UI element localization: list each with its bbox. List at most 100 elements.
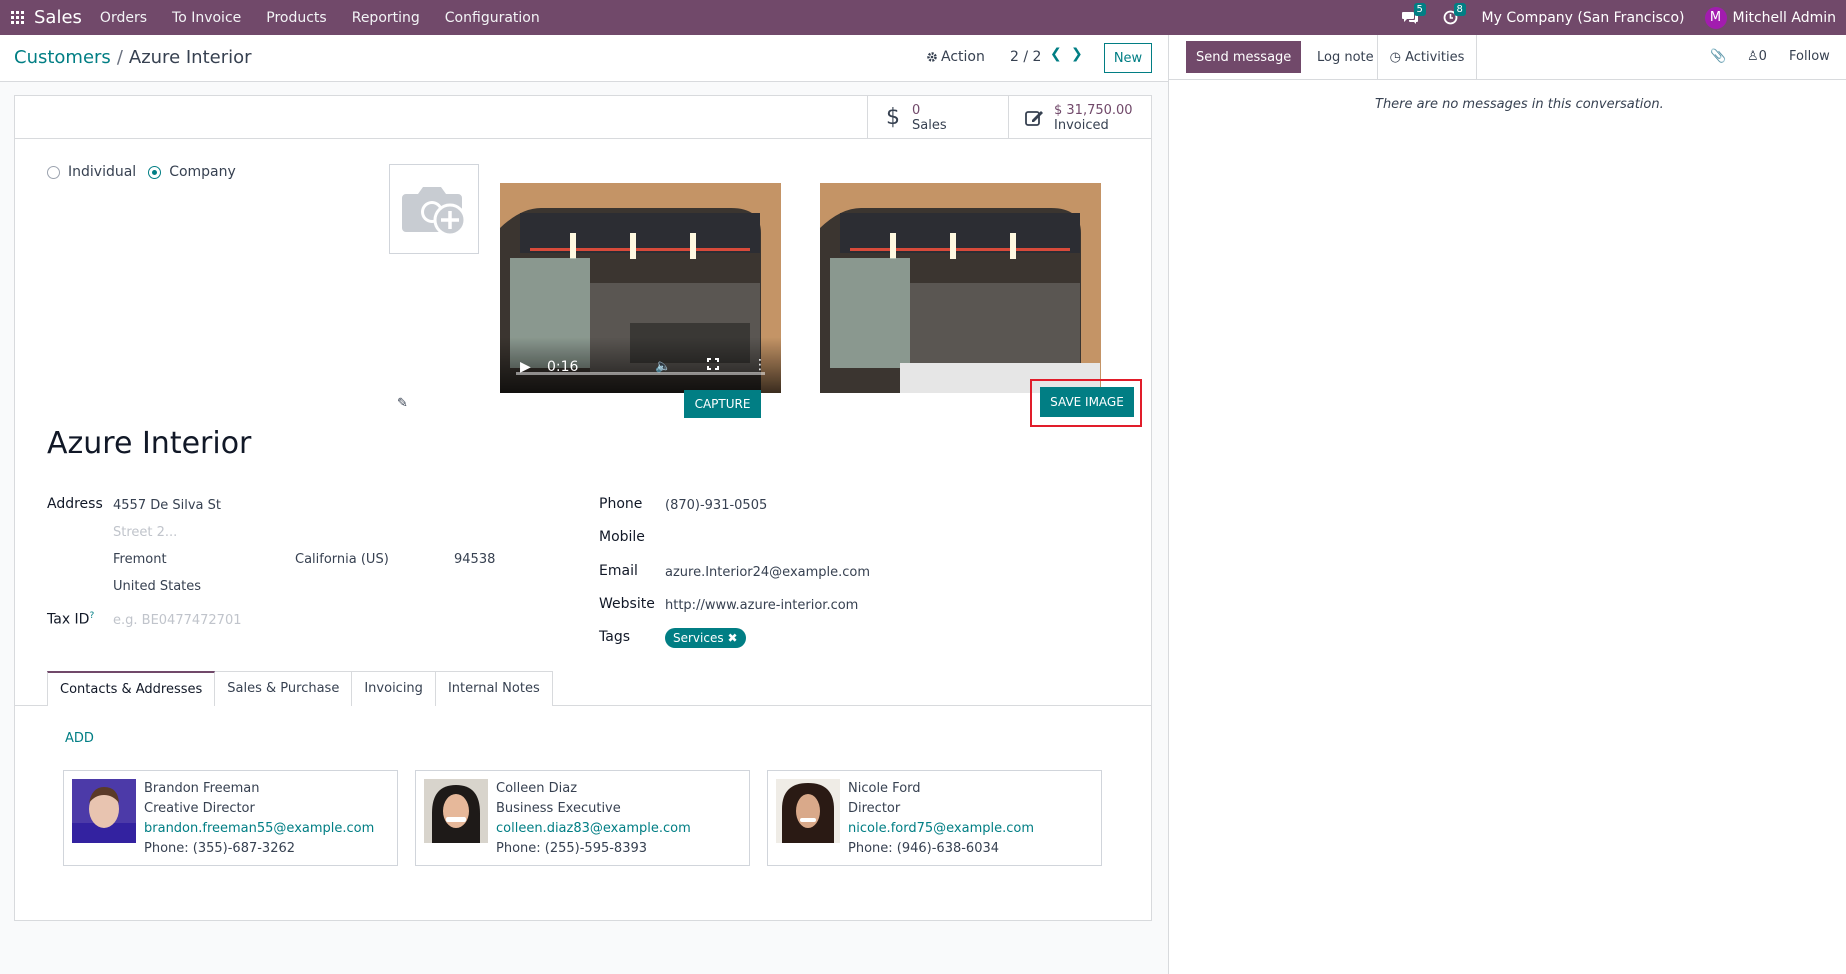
tag-services[interactable]: Services ✖ (665, 628, 746, 648)
action-label: Action (941, 49, 985, 65)
tax-id-label: Tax ID? (47, 611, 95, 628)
individual-label[interactable]: Individual (68, 164, 136, 180)
office-snapshot-scene (820, 183, 1101, 393)
contact-phone: Phone: (255)-595-8393 (496, 841, 648, 856)
invoiced-amount: $ 31,750.00 (1054, 102, 1133, 118)
zip-field[interactable]: 94538 (454, 552, 495, 567)
pager-value[interactable]: 2 / 2 (1010, 49, 1041, 65)
follow-button[interactable]: Follow (1789, 49, 1830, 64)
avatar-upload[interactable] (389, 164, 479, 254)
sales-smart-button[interactable]: $ 0 Sales (867, 96, 1008, 139)
user-avatar[interactable]: M (1704, 6, 1727, 29)
activities-badge: 8 (1453, 2, 1466, 16)
notebook-tabs: Contacts & Addresses Sales & Purchase In… (47, 671, 553, 706)
partner-name[interactable]: Azure Interior (47, 426, 251, 461)
breadcrumb: Customers / Azure Interior (14, 47, 252, 68)
edit-pencil-icon[interactable]: ✎ (397, 396, 408, 411)
menu-to-invoice[interactable]: To Invoice (172, 10, 241, 26)
empty-conversation-message: There are no messages in this conversati… (1375, 97, 1664, 112)
new-button[interactable]: New (1104, 43, 1152, 73)
individual-radio[interactable] (47, 165, 60, 179)
tab-invoicing[interactable]: Invoicing (351, 671, 436, 706)
webcam-video[interactable]: ▶ 0:16 🔈 ⋮ (500, 183, 781, 393)
sales-count: 0 (912, 102, 921, 118)
mobile-label: Mobile (599, 529, 645, 545)
video-controls: ▶ 0:16 🔈 ⋮ (500, 337, 781, 393)
state-field[interactable]: California (US) (295, 552, 389, 567)
send-message-button[interactable]: Send message (1186, 41, 1302, 73)
activity-menu[interactable]: 8 (1442, 2, 1466, 27)
country-field[interactable]: United States (113, 579, 201, 594)
contact-name: Nicole Ford (848, 781, 921, 796)
menu-products[interactable]: Products (266, 10, 326, 26)
tab-sales-purchase[interactable]: Sales & Purchase (214, 671, 353, 706)
tax-id-field[interactable]: e.g. BE0477472701 (113, 613, 242, 628)
phone-label: Phone (599, 496, 643, 512)
pager-previous-icon[interactable]: ❮ (1050, 46, 1062, 62)
sales-label: Sales (912, 117, 947, 133)
menu-configuration[interactable]: Configuration (445, 10, 540, 26)
captured-snapshot (820, 183, 1101, 393)
user-menu[interactable]: Mitchell Admin (1733, 10, 1837, 26)
contact-card[interactable]: Nicole Ford Director nicole.ford75@examp… (767, 770, 1102, 866)
apps-grid-icon (10, 11, 24, 24)
contact-avatar (424, 779, 488, 843)
video-progress-bar[interactable] (516, 372, 765, 375)
add-contact-link[interactable]: ADD (65, 731, 94, 746)
tag-remove-icon[interactable]: ✖ (727, 631, 737, 645)
messaging-menu[interactable]: 5 (1402, 2, 1426, 27)
dollar-icon: $ (886, 105, 900, 130)
edit-document-icon (1025, 110, 1043, 126)
tab-contacts-addresses[interactable]: Contacts & Addresses (47, 671, 216, 706)
tab-internal-notes[interactable]: Internal Notes (434, 671, 553, 706)
email-label: Email (599, 563, 638, 579)
breadcrumb-customers[interactable]: Customers (14, 47, 111, 68)
website-field[interactable]: http://www.azure-interior.com (665, 598, 858, 613)
invoiced-smart-button[interactable]: $ 31,750.00 Invoiced (1008, 96, 1151, 139)
capture-button[interactable]: CAPTURE (684, 390, 761, 418)
company-type-selector: Individual Company (47, 164, 248, 180)
more-options-icon[interactable]: ⋮ (753, 357, 767, 373)
contact-email[interactable]: colleen.diaz83@example.com (496, 819, 691, 839)
website-label: Website (599, 596, 655, 612)
contact-avatar (72, 779, 136, 843)
breadcrumb-current: Azure Interior (128, 47, 252, 68)
contact-card[interactable]: Brandon Freeman Creative Director brando… (63, 770, 398, 866)
menu-reporting[interactable]: Reporting (352, 10, 420, 26)
camera-add-icon (402, 187, 467, 237)
contact-avatar (776, 779, 840, 843)
street-field[interactable]: 4557 De Silva St (113, 498, 221, 513)
contact-role: Business Executive (496, 801, 621, 816)
contact-email[interactable]: brandon.freeman55@example.com (144, 819, 374, 839)
company-radio[interactable] (148, 165, 162, 179)
city-field[interactable]: Fremont (113, 552, 167, 567)
company-label[interactable]: Company (169, 164, 236, 180)
pager-next-icon[interactable]: ❯ (1071, 46, 1083, 62)
tax-id-help-icon[interactable]: ? (89, 611, 94, 621)
followers-button[interactable]: ♙0 (1747, 49, 1767, 64)
company-switcher[interactable]: My Company (San Francisco) (1482, 10, 1685, 26)
control-panel: Customers / Azure Interior Action 2 / 2 ❮ … (0, 35, 1168, 82)
phone-field[interactable]: (870)-931-0505 (665, 498, 767, 513)
smart-button-box: $ 0 Sales $ 31,750.00 Invoiced (15, 96, 1151, 139)
street2-field[interactable]: Street 2... (113, 525, 177, 540)
apps-menu-button[interactable] (0, 0, 34, 35)
attachment-icon[interactable]: 📎 (1710, 49, 1726, 64)
action-menu-button[interactable]: Action (926, 49, 985, 65)
tags-label: Tags (599, 629, 630, 645)
breadcrumb-separator: / (116, 47, 123, 68)
menu-orders[interactable]: Orders (100, 10, 147, 26)
user-icon: ♙ (1747, 49, 1759, 64)
form-sheet: $ 0 Sales $ 31,750.00 Invoiced Individua… (14, 95, 1152, 921)
save-image-button[interactable]: SAVE IMAGE (1040, 387, 1134, 417)
fullscreen-icon[interactable] (707, 358, 719, 370)
messages-badge: 5 (1413, 2, 1426, 16)
top-navbar: Sales Orders To Invoice Products Reporti… (0, 0, 1846, 35)
app-name[interactable]: Sales (34, 7, 82, 28)
contact-role: Director (848, 801, 901, 816)
activities-button[interactable]: ◷ Activities (1377, 35, 1477, 80)
email-field[interactable]: azure.Interior24@example.com (665, 565, 870, 580)
contact-email[interactable]: nicole.ford75@example.com (848, 819, 1034, 839)
contact-card[interactable]: Colleen Diaz Business Executive colleen.… (415, 770, 750, 866)
contact-phone: Phone: (355)-687-3262 (144, 841, 296, 856)
